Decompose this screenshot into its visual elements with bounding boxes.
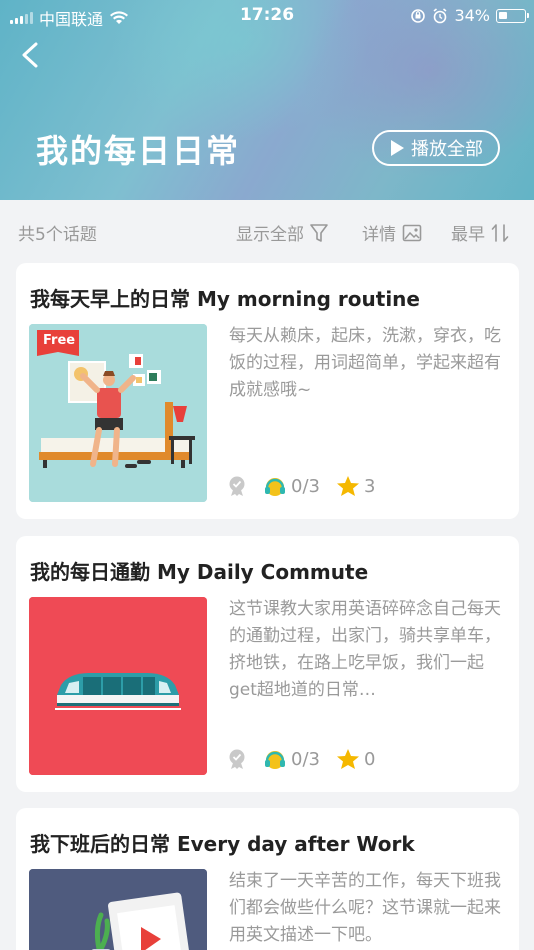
free-badge-label: Free	[43, 333, 76, 348]
topic-description: 这节课教大家用英语碎碎念自己每天的通勤过程，出家门，骑共享单车，挤地铁，在路上吃…	[229, 599, 501, 700]
play-icon	[391, 140, 404, 156]
orientation-lock-icon	[411, 8, 426, 23]
topic-thumbnail	[29, 869, 207, 950]
listen-progress: 0/3	[291, 475, 320, 497]
filter-bar: 共5个话题 显示全部 详情 最早	[0, 200, 534, 262]
medal-icon	[229, 476, 245, 496]
topic-card[interactable]: 我的每日通勤 My Daily Commute 这节课教大家用英语碎碎念自己每天…	[16, 536, 519, 792]
sort-icon	[491, 223, 509, 242]
play-all-button[interactable]: 播放全部	[372, 130, 500, 166]
back-arrow-icon[interactable]	[16, 38, 46, 72]
topic-meta: 0/3 3	[227, 475, 391, 497]
topic-meta: 0/3 0	[227, 748, 391, 770]
star-icon	[336, 476, 359, 496]
topic-card[interactable]: 我每天早上的日常 My morning routine Free 每天从赖床，起…	[16, 263, 519, 519]
page-title: 我的每日日常	[36, 132, 241, 170]
topic-description: 结束了一天辛苦的工作，每天下班我们都会做些什么呢？这节课就一起来用英文描述一下吧…	[229, 871, 501, 945]
battery-icon	[496, 8, 529, 23]
details-toggle[interactable]: 详情	[362, 220, 422, 245]
after-work-illustration	[29, 869, 207, 950]
battery-percent: 34%	[454, 6, 490, 25]
star-icon	[336, 749, 359, 769]
show-all-label: 显示全部	[236, 225, 304, 245]
headphones-icon	[265, 478, 285, 496]
play-all-label: 播放全部	[411, 139, 483, 160]
topic-card[interactable]: 我下班后的日常 Every day after Work 结束了一天辛苦的工作，…	[16, 808, 519, 950]
topic-thumbnail: Free	[29, 324, 207, 502]
show-all-filter[interactable]: 显示全部	[236, 220, 328, 245]
star-count: 0	[363, 748, 376, 770]
headphones-icon	[265, 751, 285, 769]
sort-label: 最早	[451, 225, 485, 245]
filter-icon	[310, 223, 328, 242]
topic-title: 我下班后的日常 Every day after Work	[30, 832, 415, 856]
image-icon	[402, 224, 422, 241]
header-banner: 中国联通 17:26 34% 我的每日日常 播放全部	[0, 0, 534, 200]
listen-progress: 0/3	[291, 748, 320, 770]
topic-count: 共5个话题	[18, 225, 97, 245]
status-bar: 中国联通 17:26 34%	[0, 0, 534, 32]
topic-title: 我的每日通勤 My Daily Commute	[30, 560, 369, 584]
star-count: 3	[363, 475, 376, 497]
sort-toggle[interactable]: 最早	[451, 220, 509, 245]
topic-thumbnail	[29, 597, 207, 775]
medal-icon	[229, 749, 245, 769]
topic-description: 每天从赖床，起床，洗漱，穿衣，吃饭的过程，用词超简单，学起来超有成就感哦~	[229, 326, 501, 400]
alarm-icon	[433, 7, 447, 23]
topic-title: 我每天早上的日常 My morning routine	[30, 287, 420, 311]
details-label: 详情	[362, 225, 396, 245]
train-illustration	[29, 597, 207, 775]
